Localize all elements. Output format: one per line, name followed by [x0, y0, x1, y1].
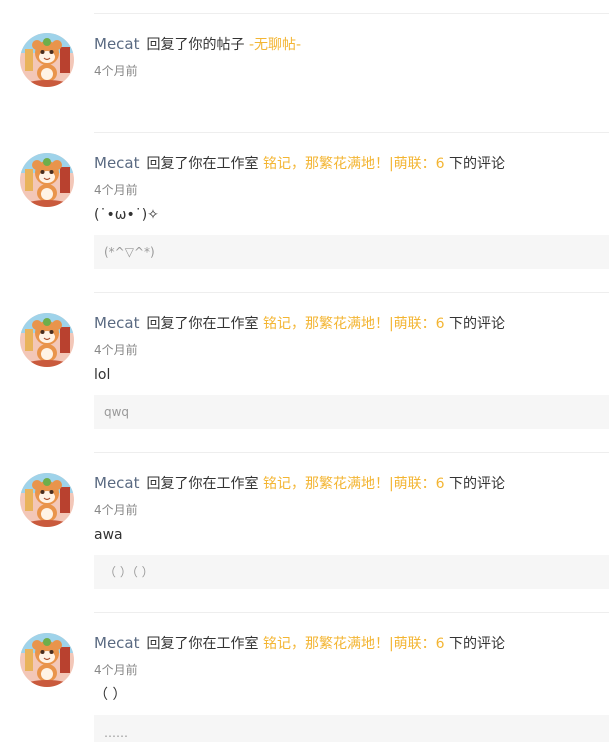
notification-headline: Mecat 回复了你在工作室 铭记，那繁花满地！|萌联：6 下的评论	[94, 474, 505, 493]
notification-feed: Mecat 回复了你的帖子 -无聊帖- 4个月前 Mecat 回复了你在工作室 …	[0, 0, 609, 742]
target-link[interactable]: 铭记，那繁花满地！|萌联：6	[263, 156, 445, 172]
reply-content: (˙•ω•˙)✧	[94, 207, 159, 223]
timestamp: 4个月前	[94, 663, 138, 677]
suffix-text: 下的评论	[449, 156, 506, 172]
suffix-text: 下的评论	[449, 476, 506, 492]
target-link[interactable]: 铭记，那繁花满地！|萌联：6	[263, 636, 445, 652]
notification-item: Mecat 回复了你在工作室 铭记，那繁花满地！|萌联：6 下的评论 4个月前 l…	[0, 292, 609, 452]
suffix-text: 下的评论	[449, 316, 506, 332]
username-link[interactable]: Mecat	[94, 634, 140, 652]
notification-headline: Mecat 回复了你在工作室 铭记，那繁花满地！|萌联：6 下的评论	[94, 314, 505, 333]
notification-headline: Mecat 回复了你在工作室 铭记，那繁花满地！|萌联：6 下的评论	[94, 154, 505, 173]
timestamp: 4个月前	[94, 183, 138, 197]
notification-item: Mecat 回复了你的帖子 -无聊帖- 4个月前	[0, 0, 609, 132]
target-link[interactable]: -无聊帖-	[249, 37, 301, 53]
notification-headline: Mecat 回复了你在工作室 铭记，那繁花满地！|萌联：6 下的评论	[94, 634, 505, 653]
target-link[interactable]: 铭记，那繁花满地！|萌联：6	[263, 476, 445, 492]
action-text: 回复了你在工作室	[146, 156, 259, 172]
action-text: 回复了你在工作室	[146, 476, 259, 492]
notification-item: Mecat 回复了你在工作室 铭记，那繁花满地！|萌联：6 下的评论 4个月前 a…	[0, 452, 609, 612]
suffix-text: 下的评论	[449, 636, 506, 652]
quoted-comment[interactable]: (*^▽^*)	[94, 235, 609, 269]
cat-avatar-icon[interactable]	[20, 33, 74, 87]
notification-item: Mecat 回复了你在工作室 铭记，那繁花满地！|萌联：6 下的评论 4个月前 (…	[0, 132, 609, 292]
reply-content: lol	[94, 367, 111, 383]
action-text: 回复了你的帖子	[146, 37, 245, 53]
username-link[interactable]: Mecat	[94, 474, 140, 492]
timestamp: 4个月前	[94, 343, 138, 357]
quoted-comment[interactable]: ……	[94, 715, 609, 742]
divider	[94, 132, 609, 133]
action-text: 回复了你在工作室	[146, 316, 259, 332]
reply-content: awa	[94, 527, 123, 543]
divider	[94, 612, 609, 613]
username-link[interactable]: Mecat	[94, 314, 140, 332]
target-link[interactable]: 铭记，那繁花满地！|萌联：6	[263, 316, 445, 332]
username-link[interactable]: Mecat	[94, 154, 140, 172]
cat-avatar-icon[interactable]	[20, 153, 74, 207]
quoted-comment[interactable]: qwq	[94, 395, 609, 429]
divider	[94, 292, 609, 293]
cat-avatar-icon[interactable]	[20, 633, 74, 687]
reply-content: （ ）	[94, 687, 127, 703]
divider	[94, 452, 609, 453]
divider	[94, 13, 609, 14]
timestamp: 4个月前	[94, 64, 138, 78]
action-text: 回复了你在工作室	[146, 636, 259, 652]
notification-headline: Mecat 回复了你的帖子 -无聊帖-	[94, 35, 301, 54]
cat-avatar-icon[interactable]	[20, 473, 74, 527]
timestamp: 4个月前	[94, 503, 138, 517]
cat-avatar-icon[interactable]	[20, 313, 74, 367]
notification-item: Mecat 回复了你在工作室 铭记，那繁花满地！|萌联：6 下的评论 4个月前 （…	[0, 612, 609, 742]
username-link[interactable]: Mecat	[94, 35, 140, 53]
quoted-comment[interactable]: （ ）（ ）	[94, 555, 609, 589]
